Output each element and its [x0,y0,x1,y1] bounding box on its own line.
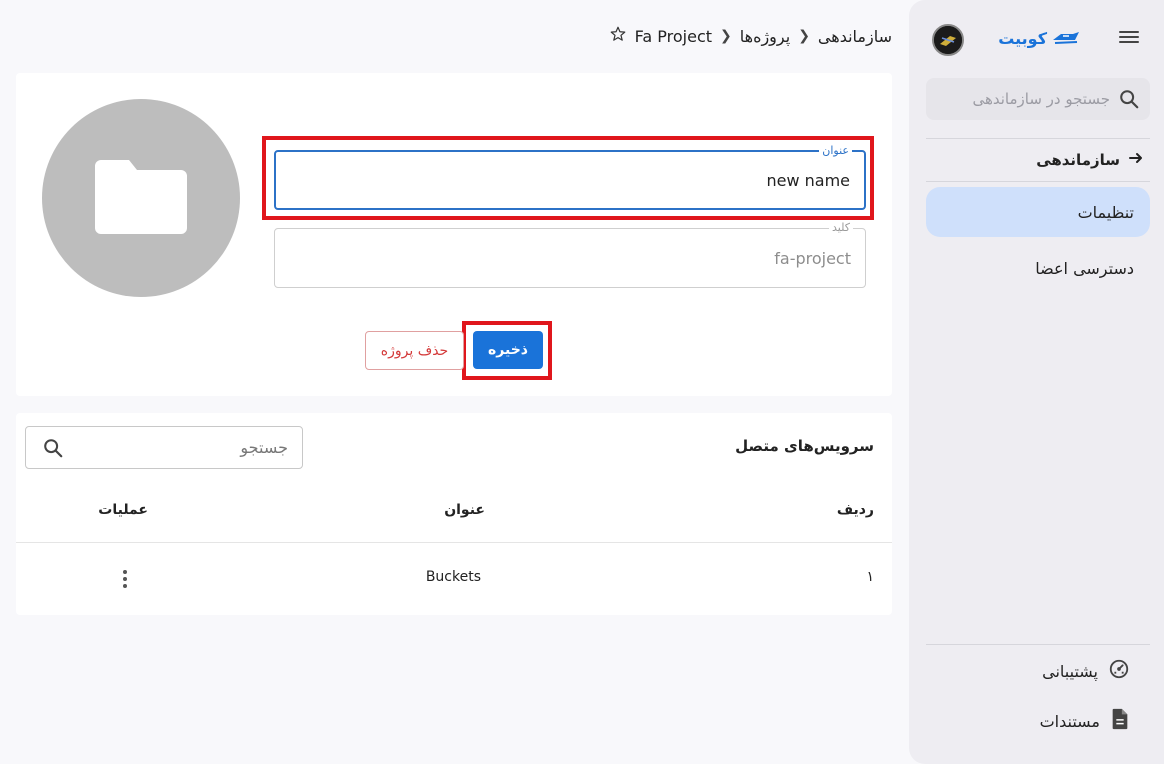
chevron-left-icon: ❮ [720,28,732,44]
column-header-index: ردیف [836,502,874,518]
arrow-right-icon [1128,150,1144,170]
document-icon [1110,708,1130,734]
brand-name: کوبیت [998,28,1047,48]
divider [926,138,1150,139]
sidebar-search-input[interactable] [940,78,1110,120]
save-button[interactable]: ذخیره [473,331,543,369]
services-search[interactable] [25,426,303,469]
project-key-field[interactable]: کلید [274,221,866,288]
sidebar-item-support[interactable]: پشتیبانی [926,649,1150,693]
project-settings-card: عنوان کلید ذخیره حذف پروژه [16,73,892,396]
documentation-label: مستندات [1039,711,1100,731]
sidebar: کوبیت سازماندهی تنظیمات دسترسی اعضا [909,0,1164,764]
project-avatar[interactable] [42,99,240,297]
user-avatar[interactable] [932,24,964,56]
breadcrumb-projects[interactable]: پروژه‌ها [740,27,790,46]
sidebar-item-member-access[interactable]: دسترسی اعضا [926,243,1150,293]
column-header-actions: عملیات [98,502,148,518]
divider [926,181,1150,182]
support-label: پشتیبانی [1042,661,1098,681]
sidebar-item-documentation[interactable]: مستندات [926,699,1150,743]
breadcrumb: سازماندهی ❮ پروژه‌ها ❮ Fa Project [590,24,892,48]
search-icon [1118,88,1140,114]
connected-services-card: سرویس‌های متصل ردیف عنوان عملیات ۱ Bucke… [16,413,892,615]
services-search-input[interactable] [72,427,302,468]
key-field-label: کلید [829,221,853,235]
row-title: Buckets [425,569,481,585]
back-label: سازماندهی [1036,151,1120,169]
project-title-field[interactable]: عنوان [274,144,866,210]
chevron-left-icon: ❮ [798,28,810,44]
menu-icon[interactable] [1117,28,1139,48]
sidebar-item-settings[interactable]: تنظیمات [926,187,1150,237]
breadcrumb-current-project: Fa Project [634,26,713,46]
star-icon[interactable] [609,25,627,47]
sidebar-search[interactable] [926,78,1150,120]
delete-project-button[interactable]: حذف پروژه [365,331,464,370]
folder-icon [95,158,187,238]
project-title-input[interactable] [276,152,864,208]
divider [926,644,1150,645]
column-header-title: عنوان [444,502,485,518]
project-key-input[interactable] [275,229,865,287]
breadcrumb-organization[interactable]: سازماندهی [818,27,892,46]
sidebar-header: کوبیت [909,0,1164,78]
title-field-label: عنوان [819,144,852,158]
back-to-organization-link[interactable]: سازماندهی [926,140,1150,180]
support-icon [1108,658,1130,684]
services-title: سرویس‌های متصل [735,437,874,455]
row-index: ۱ [866,569,874,585]
more-options-icon[interactable] [120,568,130,590]
sidebar-item-label: دسترسی اعضا [1035,258,1134,278]
brand-logo[interactable]: کوبیت [997,26,1081,50]
sidebar-item-label: تنظیمات [1077,202,1134,222]
boat-logo-icon [1051,30,1081,46]
search-icon[interactable] [42,437,64,463]
table-divider [16,542,892,543]
